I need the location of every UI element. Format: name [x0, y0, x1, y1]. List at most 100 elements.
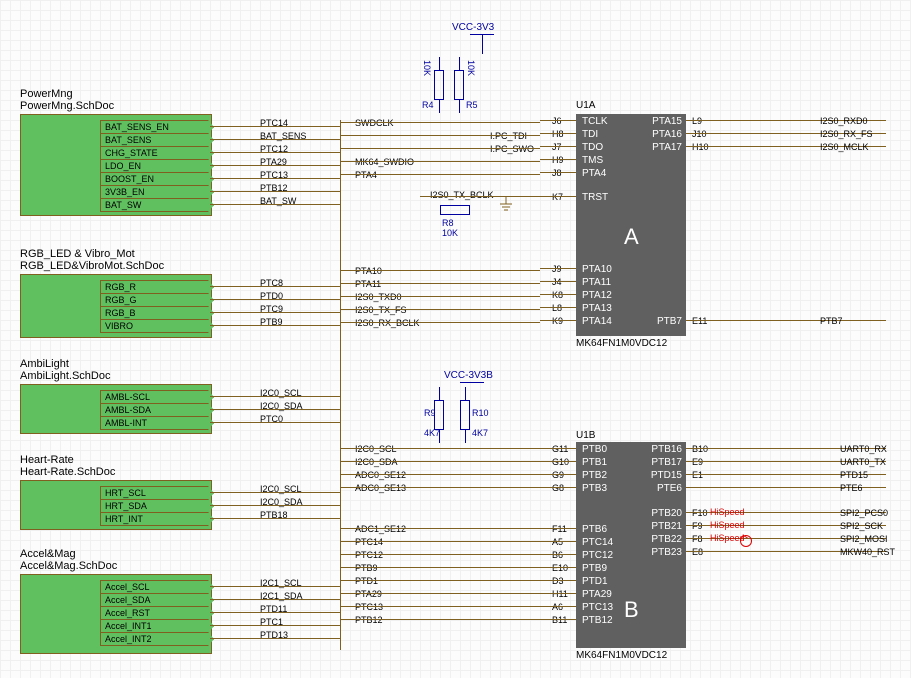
net-ADC0_SE13: ADC0_SE13	[355, 483, 406, 493]
pin-PTA29-num: H11	[552, 589, 568, 599]
pin-PTC12-num: B6	[552, 550, 563, 560]
pin-PTB23-num: E8	[692, 547, 703, 557]
pin-TDI: TDI	[582, 129, 598, 140]
chipA-pn: MK64FN1M0VDC12	[576, 338, 667, 349]
wire	[340, 322, 540, 323]
net-SPI2_MOSI: SPI2_MOSI	[840, 534, 888, 544]
pin-PTB9: PTB9	[582, 563, 607, 574]
pin-PTB12-num: B11	[552, 615, 567, 625]
net-PTD13: PTD13	[260, 630, 288, 640]
wire	[340, 309, 540, 310]
powermng-title: PowerMng	[20, 88, 73, 100]
wire	[540, 281, 576, 282]
port-HRT_INT: HRT_INT	[100, 512, 214, 526]
wire	[340, 606, 540, 607]
heart-title: Heart-Rate	[20, 454, 74, 466]
wire	[340, 135, 540, 136]
net-I.PC_SWO: I.PC_SWO	[490, 144, 534, 154]
pin-PTC12: PTC12	[582, 550, 613, 561]
net-PTD0: PTD0	[260, 291, 283, 301]
pin-PTB22-num: F8	[692, 534, 703, 544]
net-I2C0_SDA: I2C0_SDA	[260, 497, 303, 507]
net-PTC12: PTC12	[260, 144, 288, 154]
port-VIBRO: VIBRO	[100, 319, 214, 333]
r8-val: 10K	[442, 228, 458, 238]
pin-PTB12: PTB12	[582, 615, 613, 626]
wire	[540, 593, 576, 594]
pin-PTA29: PTA29	[582, 589, 612, 600]
pin-PTA15-num: L9	[692, 116, 702, 126]
pin-PTC14-num: A5	[552, 537, 563, 547]
wire	[340, 567, 540, 568]
resistor-r5	[454, 70, 464, 100]
net-BAT_SENS: BAT_SENS	[260, 131, 306, 141]
pin-PTB2: PTB2	[582, 470, 607, 481]
pin-TRST-num: K7	[552, 192, 563, 202]
pin-PTB16-num: B10	[692, 444, 708, 454]
pin-TDO: TDO	[582, 142, 603, 153]
ambi-doc: AmbiLight.SchDoc	[20, 370, 111, 382]
ambi-title: AmbiLight	[20, 358, 69, 370]
wire	[540, 580, 576, 581]
pin-PTA11-num: J4	[552, 277, 562, 287]
net-PTA4: PTA4	[355, 170, 377, 180]
wire	[340, 487, 540, 488]
pin-PTA14-num: K9	[552, 316, 563, 326]
resistor-r10	[460, 400, 470, 430]
pin-PTA15: PTA15	[648, 116, 682, 127]
wire	[340, 148, 540, 149]
wire	[540, 320, 576, 321]
pin-PTB20-num: F10	[692, 508, 708, 518]
wire	[340, 554, 540, 555]
chipB-pn: MK64FN1M0VDC12	[576, 650, 667, 661]
power-net-label-b: VCC-3V3B	[444, 370, 493, 381]
net-PTD1: PTD1	[355, 576, 378, 586]
hispeed-flag: HiSpeed	[710, 520, 745, 530]
wire	[540, 146, 576, 147]
pin-PTB0: PTB0	[582, 444, 607, 455]
r5-val: 10K	[466, 60, 476, 76]
power-stem	[482, 34, 483, 54]
wire	[540, 294, 576, 295]
net-I2C0_SCL: I2C0_SCL	[260, 484, 302, 494]
port-Accel_SCL: Accel_SCL	[100, 580, 214, 594]
pin-PTC13-num: A6	[552, 602, 563, 612]
pin-PTB1: PTB1	[582, 457, 607, 468]
net-PTE6: PTE6	[840, 483, 863, 493]
net-MKW40_RST: MKW40_RST	[840, 547, 895, 557]
net-I2C1_SDA: I2C1_SDA	[260, 591, 303, 601]
pin-PTA13: PTA13	[582, 303, 612, 314]
r4-val: 10K	[422, 60, 432, 76]
wire	[540, 528, 576, 529]
pin-TCLK-num: J6	[552, 116, 562, 126]
port-CHG_STATE: CHG_STATE	[100, 146, 214, 160]
wire	[340, 593, 540, 594]
wire	[540, 159, 576, 160]
pin-PTD15-num: E1	[692, 470, 703, 480]
pin-PTB3-num: G8	[552, 483, 564, 493]
pin-PTB16: PTB16	[648, 444, 682, 455]
pin-PTB2-num: G9	[552, 470, 564, 480]
port-Accel_RST: Accel_RST	[100, 606, 214, 620]
net-I2C0_SCL: I2C0_SCL	[355, 444, 397, 454]
wire	[340, 174, 540, 175]
net-I2C0_SDA: I2C0_SDA	[260, 401, 303, 411]
wire	[340, 448, 540, 449]
wire	[540, 619, 576, 620]
port-Accel_SDA: Accel_SDA	[100, 593, 214, 607]
net-I2S0_RXD0: I2S0_RXD0	[820, 116, 868, 126]
net-BAT_SW: BAT_SW	[260, 196, 296, 206]
port-BAT_SW: BAT_SW	[100, 198, 214, 212]
wire	[340, 161, 540, 162]
r10-ref: R10	[472, 408, 489, 418]
net-PTD11: PTD11	[260, 604, 287, 614]
net-PTD15: PTD15	[840, 470, 868, 480]
pin-PTB6: PTB6	[582, 524, 607, 535]
wire	[540, 196, 576, 197]
wire	[540, 172, 576, 173]
chipB-ref: U1B	[576, 430, 595, 441]
port-BAT_SENS: BAT_SENS	[100, 133, 214, 147]
chipA-ref: U1A	[576, 100, 595, 111]
wire	[540, 606, 576, 607]
net-I2C0_SDA: I2C0_SDA	[355, 457, 398, 467]
